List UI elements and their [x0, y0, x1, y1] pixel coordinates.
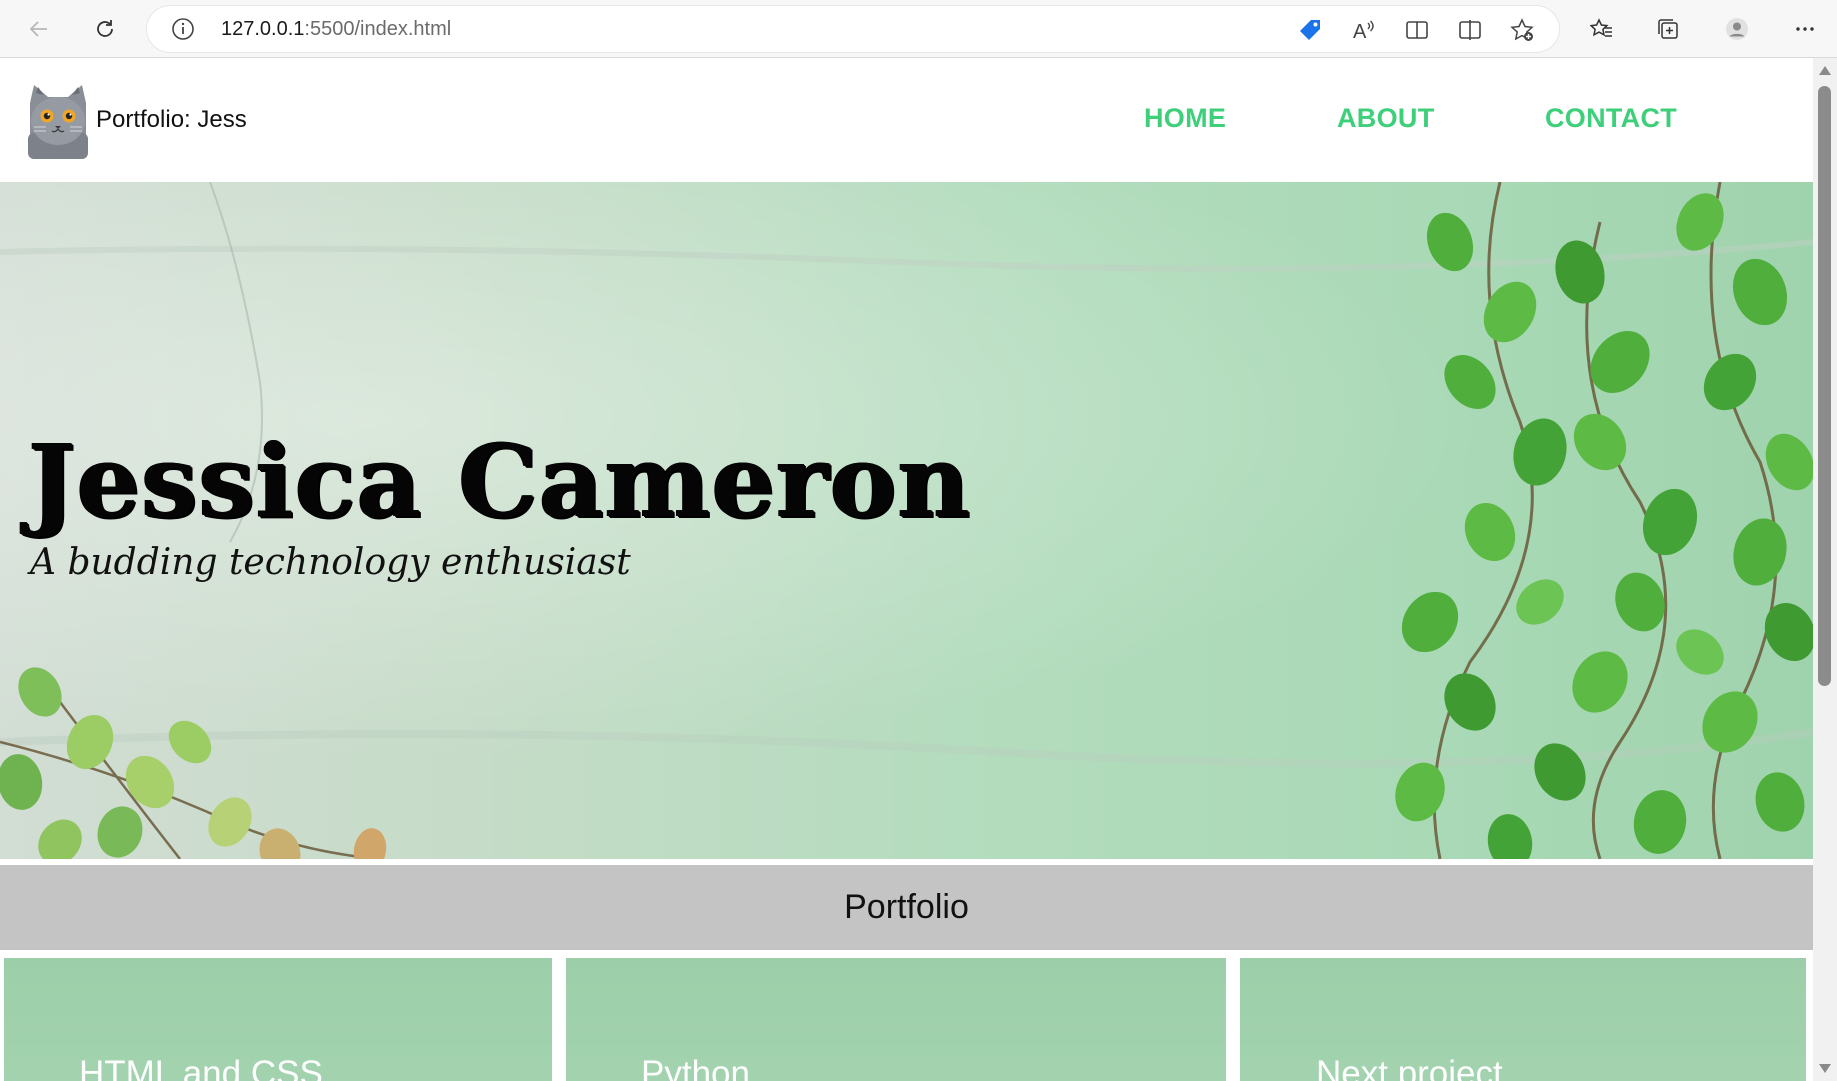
site-title: Portfolio: Jess [96, 106, 247, 133]
portfolio-card-title: Python [641, 1054, 750, 1081]
add-favorite-icon[interactable] [1509, 17, 1535, 43]
more-button[interactable] [1785, 9, 1825, 49]
portfolio-card-title: HTML and CSS [79, 1054, 323, 1081]
page-viewport: Portfolio: Jess HOME ABOUT CONTACT Jessi… [0, 58, 1813, 1081]
url-text[interactable]: 127.0.0.1:5500/index.html [221, 6, 451, 52]
portfolio-card-title: Next project [1316, 1054, 1503, 1081]
back-icon [29, 21, 47, 37]
portfolio-section-header: Portfolio [0, 865, 1813, 950]
favorites-button[interactable] [1582, 9, 1622, 49]
hero-banner: Jessica Cameron A budding technology ent… [0, 182, 1813, 859]
profile-button[interactable] [1717, 9, 1757, 49]
split-screen-icon[interactable] [1457, 17, 1483, 43]
vertical-scrollbar[interactable] [1813, 58, 1837, 1081]
hero-name-heading: Jessica Cameron [28, 422, 971, 540]
site-header: Portfolio: Jess HOME ABOUT CONTACT [0, 58, 1813, 182]
scroll-thumb[interactable] [1818, 86, 1831, 686]
more-icon [1796, 27, 1814, 31]
nav-about-link[interactable]: ABOUT [1337, 103, 1435, 134]
immersive-reader-icon[interactable] [1404, 17, 1430, 43]
svg-text:A: A [1353, 21, 1367, 43]
back-button[interactable] [19, 9, 59, 49]
tag-icon[interactable] [1297, 17, 1323, 43]
hero-tagline: A budding technology enthusiast [30, 542, 631, 583]
refresh-button[interactable] [85, 9, 125, 49]
collections-button[interactable] [1648, 9, 1688, 49]
portfolio-card[interactable]: Python [566, 958, 1226, 1081]
read-aloud-icon[interactable]: A [1351, 17, 1377, 43]
profile-icon [1726, 18, 1748, 40]
address-bar[interactable]: 127.0.0.1:5500/index.html A [147, 6, 1559, 52]
scroll-up-arrow-icon[interactable] [1819, 66, 1831, 75]
favorites-icon [1590, 18, 1612, 37]
scroll-down-arrow-icon[interactable] [1819, 1064, 1831, 1073]
cat-logo-icon[interactable] [26, 83, 90, 159]
browser-toolbar: 127.0.0.1:5500/index.html A [0, 0, 1837, 58]
nav-contact-link[interactable]: CONTACT [1545, 103, 1677, 134]
refresh-icon [97, 20, 113, 37]
portfolio-card[interactable]: HTML and CSS [4, 958, 552, 1081]
portfolio-card[interactable]: Next project [1240, 958, 1806, 1081]
nav-home-link[interactable]: HOME [1144, 103, 1226, 134]
info-icon[interactable] [171, 17, 195, 41]
collections-icon [1658, 19, 1678, 39]
portfolio-heading: Portfolio [844, 888, 969, 926]
